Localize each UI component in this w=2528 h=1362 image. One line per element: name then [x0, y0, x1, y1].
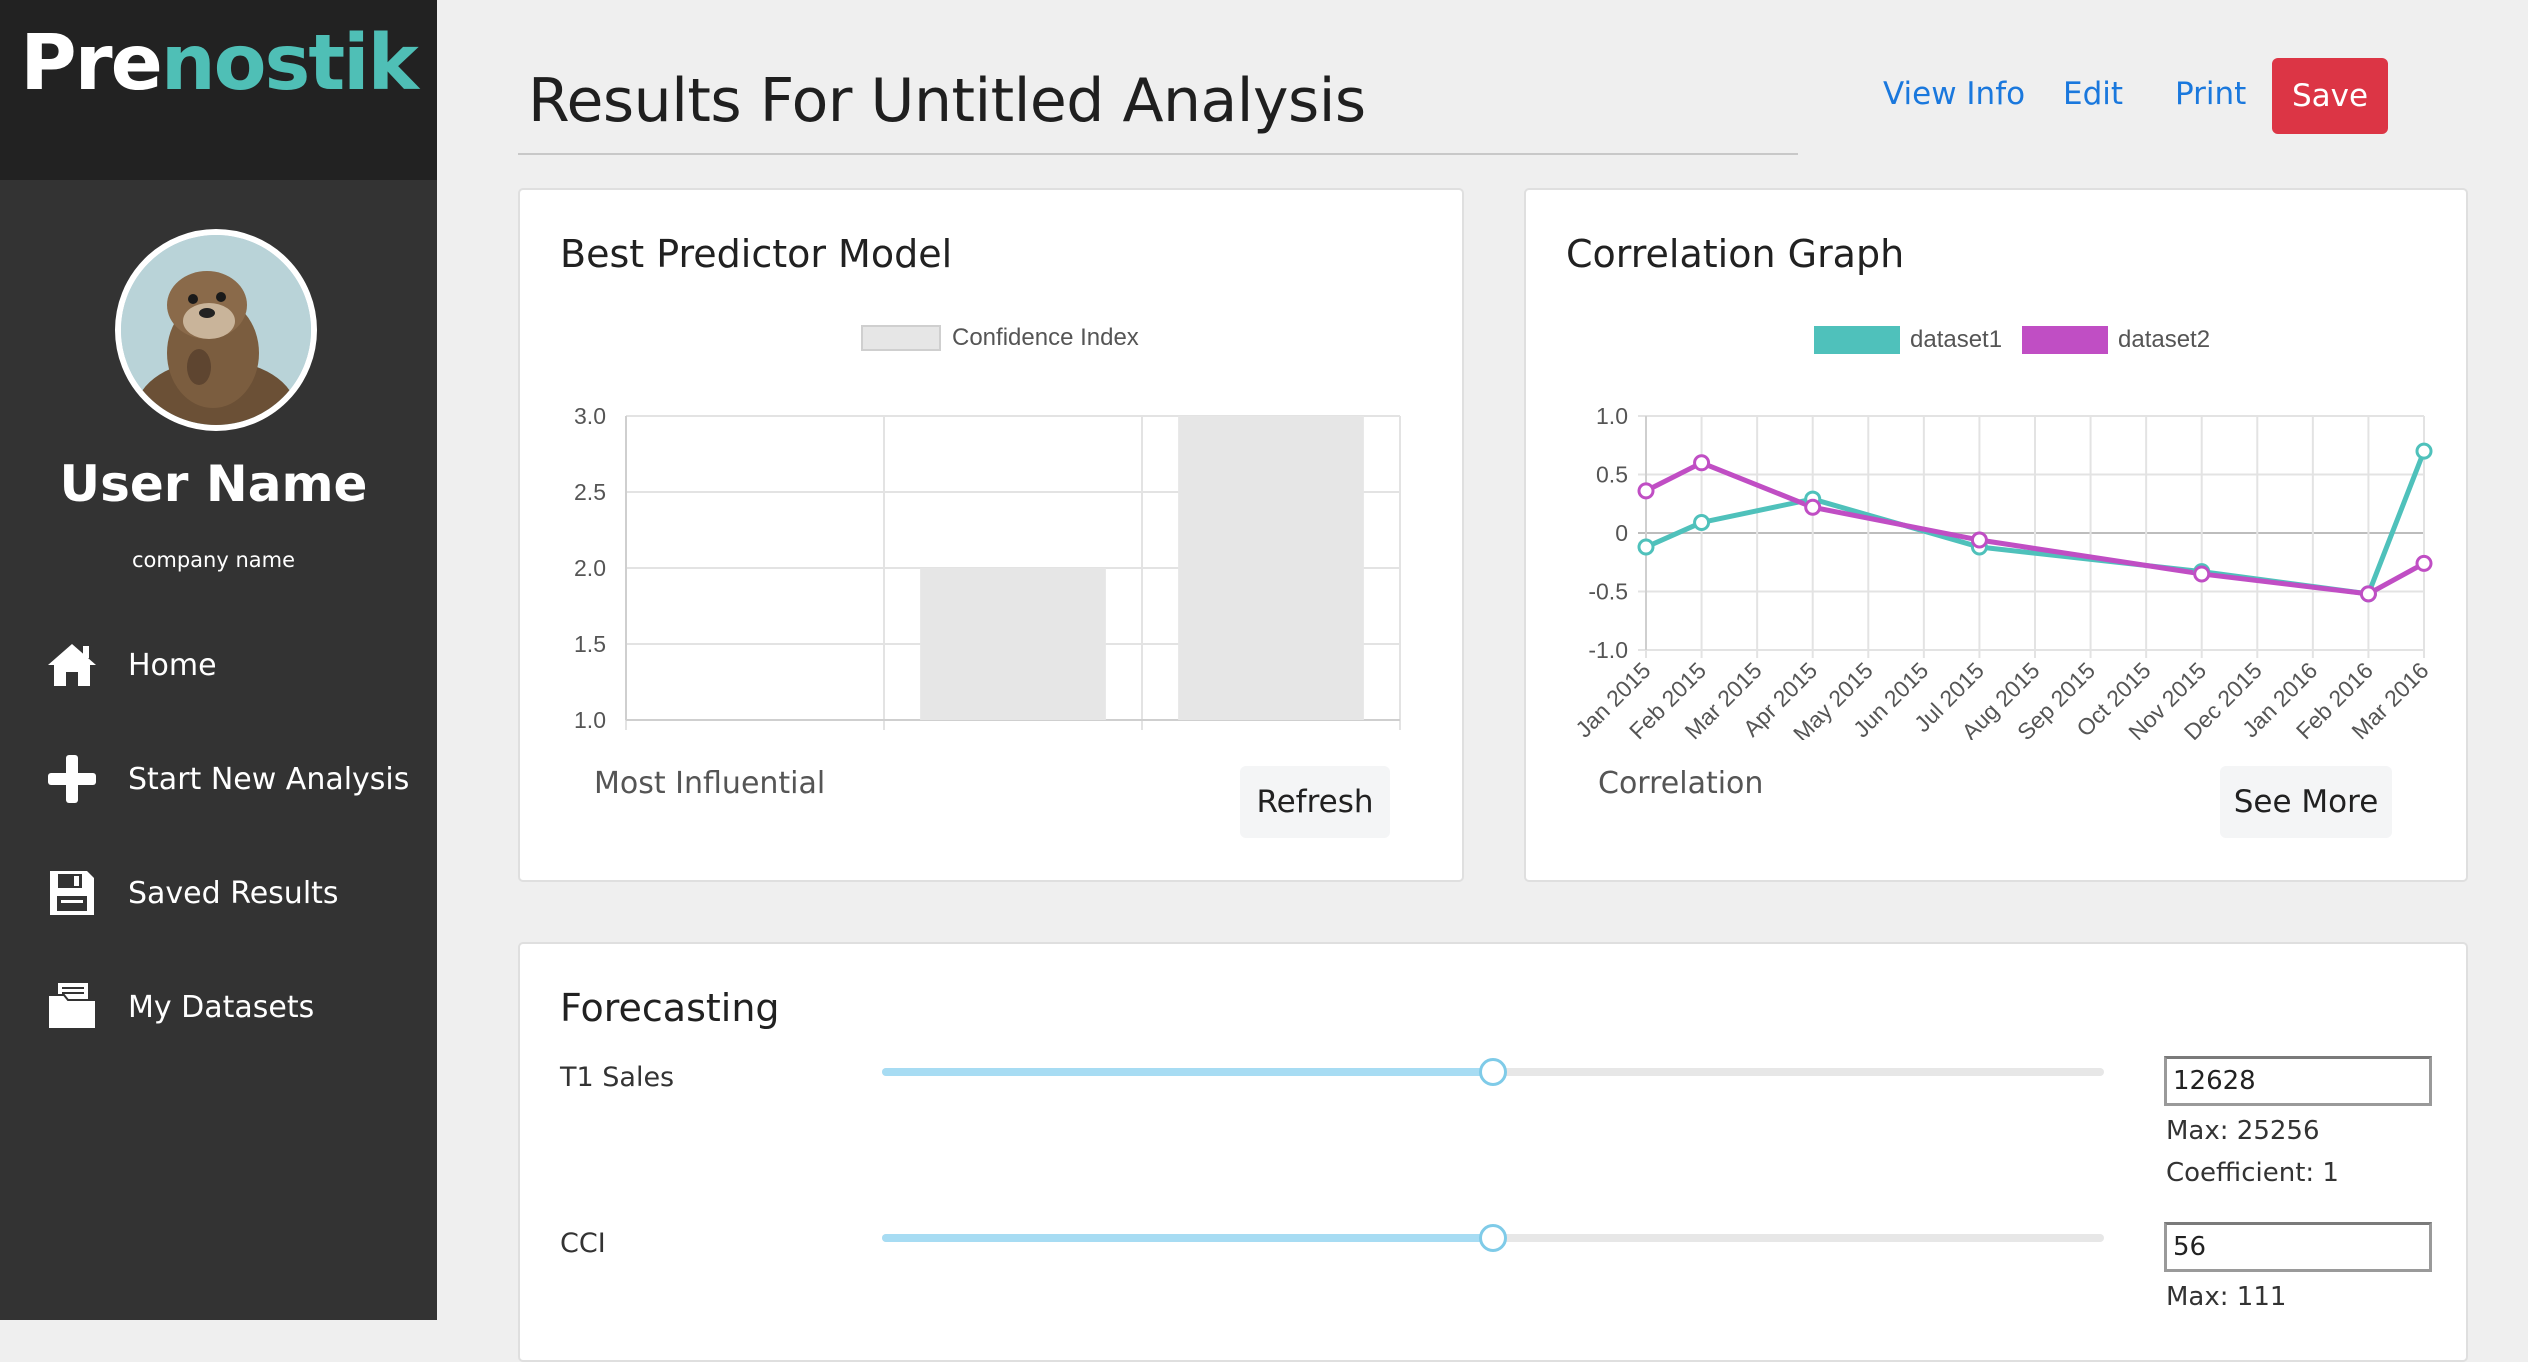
refresh-button[interactable]: Refresh: [1240, 766, 1390, 838]
line-ytick-label: 0.5: [1596, 462, 1628, 488]
otter-avatar-image: [121, 235, 311, 425]
brand-logo-part2: nostik: [160, 19, 419, 108]
legend-swatch-dataset2: [2022, 326, 2108, 354]
nav-item-start-new-analysis[interactable]: Start New Analysis: [44, 744, 424, 814]
series-point-dataset2: [1804, 498, 1822, 516]
bar-ytick-label: 2.0: [574, 555, 606, 581]
cci-input[interactable]: [2164, 1222, 2432, 1272]
nav-item-my-datasets[interactable]: My Datasets: [44, 972, 424, 1042]
predictor-bar-chart: Confidence Index3.02.52.01.51.0xyz: [574, 324, 1401, 730]
view-info-link[interactable]: View Info: [1883, 76, 2025, 112]
correlation-graph-card: Correlation Graph dataset1 dataset2 1.0 0.5…: [1524, 188, 2468, 882]
sidebar: Prenostik User Name company name Home St…: [0, 0, 437, 1320]
best-predictor-title: Best Predictor Model: [560, 232, 953, 276]
t1-sales-coefficient: Coefficient: 1: [2166, 1158, 2339, 1188]
series-point-dataset2: [1637, 482, 1655, 500]
bar-ytick-label: 1.0: [574, 707, 606, 730]
floppy-disk-icon: [44, 865, 100, 921]
cci-max: Max: 111: [2166, 1282, 2287, 1312]
series-point-dataset2: [1970, 531, 1988, 549]
nav-label-home: Home: [128, 647, 217, 683]
forecast-label-t1-sales: T1 Sales: [560, 1062, 675, 1093]
line-ytick-label: -1.0: [1588, 637, 1628, 663]
most-influential-label: Most Influential: [594, 766, 826, 801]
plus-icon: [44, 751, 100, 807]
bar-ytick-label: 2.5: [574, 479, 606, 505]
slider-fill-t1-sales: [882, 1068, 1493, 1076]
see-more-button[interactable]: See More: [2220, 766, 2392, 838]
series-point-dataset1: [1637, 538, 1655, 556]
legend-label-dataset1: dataset1: [1910, 326, 2002, 353]
series-point-dataset2: [2359, 585, 2377, 603]
forecasting-card: Forecasting T1 Sales Max: 25256 Coeffici…: [518, 942, 2468, 1362]
avatar[interactable]: [115, 229, 317, 431]
slider-fill-cci: [882, 1234, 1493, 1242]
legend-swatch-confidence-index: [861, 325, 941, 351]
series-point-dataset2: [2193, 565, 2211, 583]
home-icon: [44, 637, 100, 693]
nav-label-my-datasets: My Datasets: [128, 989, 315, 1025]
nav-item-saved-results[interactable]: Saved Results: [44, 858, 424, 928]
nav-label-saved-results: Saved Results: [128, 875, 339, 911]
brand-logo[interactable]: Prenostik: [0, 14, 437, 114]
nav-item-home[interactable]: Home: [44, 630, 424, 700]
line-ytick-label: -0.5: [1588, 579, 1628, 605]
legend-label-confidence-index: Confidence Index: [952, 324, 1139, 351]
legend-label-dataset2: dataset2: [2118, 326, 2210, 353]
title-divider: [518, 153, 1798, 155]
print-link[interactable]: Print: [2175, 76, 2246, 112]
best-predictor-card: Best Predictor Model Confidence Index 3.0…: [518, 188, 1464, 882]
line-ytick-label: 1.0: [1596, 403, 1628, 429]
bar-z: [1178, 416, 1364, 720]
user-name: User Name: [59, 455, 368, 513]
brand-header: Prenostik: [0, 0, 437, 180]
slider-handle-t1-sales[interactable]: [1479, 1058, 1507, 1086]
t1-sales-max: Max: 25256: [2166, 1116, 2320, 1146]
slider-t1-sales[interactable]: [882, 1058, 2104, 1086]
bar-ytick-label: 3.0: [574, 403, 606, 429]
folder-files-icon: [44, 979, 100, 1035]
line-ytick-label: 0: [1615, 520, 1628, 546]
company-name: company name: [131, 548, 296, 572]
correlation-graph-title: Correlation Graph: [1566, 232, 1905, 276]
nav-label-start-new-analysis: Start New Analysis: [128, 761, 410, 797]
bar-y: [920, 568, 1106, 720]
slider-cci[interactable]: [882, 1224, 2104, 1252]
brand-logo-part1: Pre: [20, 19, 163, 108]
page-title: Results For Untitled Analysis: [528, 66, 1366, 136]
series-point-dataset2: [2415, 554, 2433, 572]
legend-swatch-dataset1: [1814, 326, 1900, 354]
correlation-line-chart: dataset1 dataset21.00.50-0.5-1.0Jan 2015F…: [1570, 326, 2434, 740]
series-point-dataset1: [1693, 513, 1711, 531]
edit-link[interactable]: Edit: [2063, 76, 2123, 112]
slider-handle-cci[interactable]: [1479, 1224, 1507, 1252]
correlation-label: Correlation: [1598, 766, 1764, 801]
forecasting-title: Forecasting: [560, 986, 780, 1030]
save-button[interactable]: Save: [2272, 58, 2388, 134]
forecast-label-cci: CCI: [560, 1228, 606, 1259]
series-point-dataset2: [1693, 454, 1711, 472]
bar-ytick-label: 1.5: [574, 631, 606, 657]
series-point-dataset1: [2415, 442, 2433, 460]
t1-sales-input[interactable]: [2164, 1056, 2432, 1106]
